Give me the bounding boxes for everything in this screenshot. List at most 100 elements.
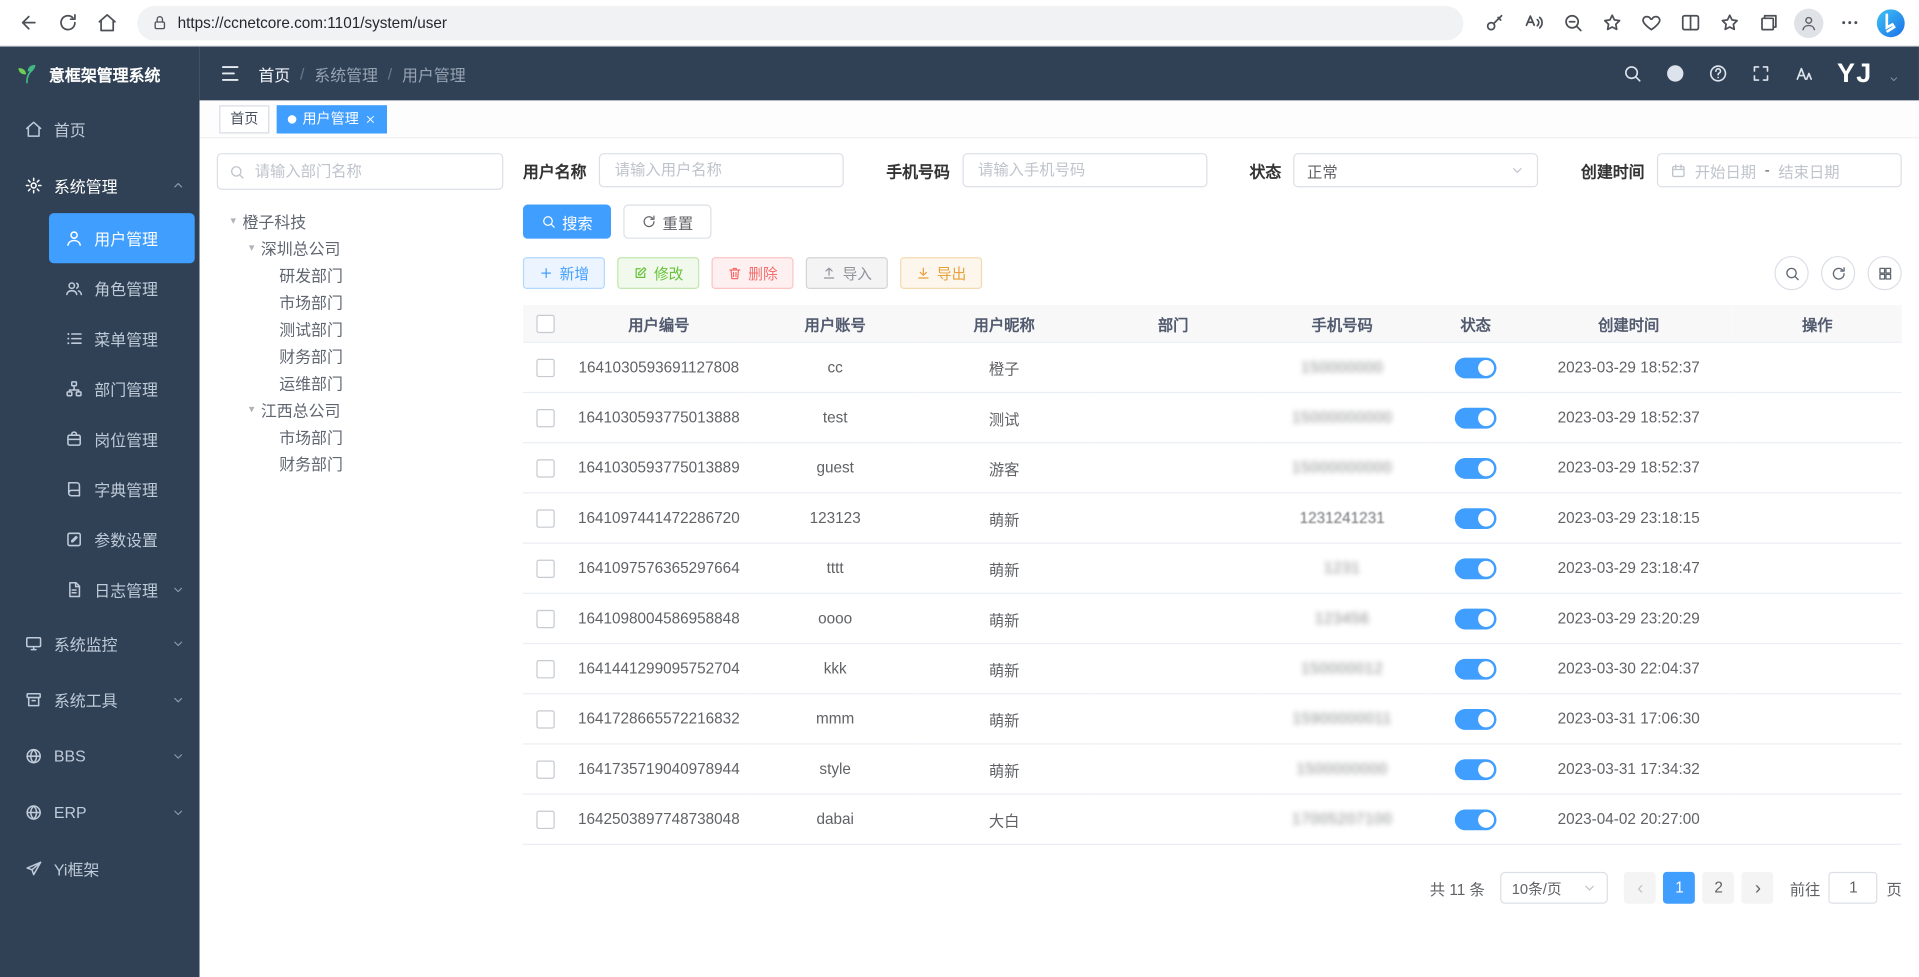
- sidebar-item-user-management[interactable]: 用户管理: [49, 213, 195, 263]
- tree-node[interactable]: ▾市场部门: [217, 422, 504, 449]
- cell-phone: 1500000000: [1258, 744, 1427, 794]
- browser-home-button[interactable]: [88, 4, 125, 41]
- status-toggle[interactable]: [1455, 608, 1497, 629]
- phone-text: 15000000000: [1292, 459, 1392, 476]
- breadcrumb-home[interactable]: 首页: [258, 62, 290, 85]
- refresh-table-icon[interactable]: [1821, 256, 1855, 290]
- breadcrumb-system[interactable]: 系统管理: [314, 62, 378, 85]
- font-size-icon[interactable]: [1794, 64, 1814, 84]
- sidebar-item-log-management[interactable]: 日志管理: [49, 565, 195, 615]
- search-icon[interactable]: [1623, 64, 1643, 84]
- sidebar-item-yi-framework[interactable]: Yi框架: [0, 840, 200, 896]
- bing-icon[interactable]: [1875, 7, 1907, 39]
- sidebar-item-system-management[interactable]: 系统管理: [0, 157, 200, 213]
- status-toggle[interactable]: [1455, 357, 1497, 378]
- prev-page-button[interactable]: ‹: [1624, 872, 1656, 904]
- cell-operations: [1733, 593, 1902, 643]
- row-checkbox[interactable]: [536, 710, 554, 728]
- row-checkbox[interactable]: [536, 660, 554, 678]
- tree-node[interactable]: ▾财务部门: [217, 342, 504, 369]
- sidebar-item-system-tools[interactable]: 系统工具: [0, 671, 200, 727]
- sidebar-item-param-settings[interactable]: 参数设置: [49, 514, 195, 564]
- reset-button[interactable]: 重置: [623, 205, 711, 239]
- page-button[interactable]: 2: [1703, 872, 1735, 904]
- dept-search-input[interactable]: [252, 162, 491, 182]
- people-icon: [65, 279, 83, 297]
- tree-node[interactable]: ▾测试部门: [217, 315, 504, 342]
- tree-node[interactable]: ▾财务部门: [217, 449, 504, 476]
- toggle-search-icon[interactable]: [1774, 256, 1808, 290]
- delete-button[interactable]: 删除: [712, 257, 794, 289]
- favorites-bar-icon[interactable]: [1711, 4, 1748, 41]
- address-bar[interactable]: https://ccnetcore.com:1101/system/user: [137, 6, 1463, 40]
- row-checkbox[interactable]: [536, 509, 554, 527]
- page-size-select[interactable]: 10条/页: [1501, 872, 1609, 904]
- sidebar-item-menu-management[interactable]: 菜单管理: [49, 313, 195, 363]
- status-select[interactable]: 正常: [1294, 153, 1539, 187]
- help-icon[interactable]: [1708, 64, 1728, 84]
- select-all-checkbox[interactable]: [536, 314, 554, 332]
- split-screen-icon[interactable]: [1672, 4, 1709, 41]
- username-input[interactable]: [612, 160, 830, 180]
- row-checkbox[interactable]: [536, 810, 554, 828]
- dept-panel: ▾橙子科技▾深圳总公司▾研发部门▾市场部门▾测试部门▾财务部门▾运维部门▾江西总…: [217, 153, 504, 964]
- tree-node[interactable]: ▾运维部门: [217, 369, 504, 396]
- next-page-button[interactable]: ›: [1742, 872, 1774, 904]
- column-settings-icon[interactable]: [1868, 256, 1902, 290]
- status-toggle[interactable]: [1455, 508, 1497, 529]
- tab-home[interactable]: 首页: [219, 105, 269, 133]
- tree-node[interactable]: ▾研发部门: [217, 261, 504, 288]
- browser-refresh-button[interactable]: [49, 4, 86, 41]
- tab-user-management[interactable]: 用户管理: [277, 105, 387, 133]
- modify-button[interactable]: 修改: [617, 257, 699, 289]
- status-toggle[interactable]: [1455, 558, 1497, 579]
- status-toggle[interactable]: [1455, 759, 1497, 780]
- row-checkbox[interactable]: [536, 358, 554, 376]
- tree-node[interactable]: ▾江西总公司: [217, 396, 504, 423]
- row-checkbox[interactable]: [536, 559, 554, 577]
- sidebar-item-system-monitor[interactable]: 系统监控: [0, 615, 200, 671]
- tree-node[interactable]: ▾深圳总公司: [217, 234, 504, 261]
- export-button[interactable]: 导出: [900, 257, 982, 289]
- sidebar-item-role-management[interactable]: 角色管理: [49, 263, 195, 313]
- page-button[interactable]: 1: [1664, 872, 1696, 904]
- sidebar-item-dict-management[interactable]: 字典管理: [49, 464, 195, 514]
- date-range-picker[interactable]: 开始日期 - 结束日期: [1657, 153, 1902, 187]
- add-favorite-icon[interactable]: [1593, 4, 1630, 41]
- row-checkbox[interactable]: [536, 760, 554, 778]
- row-checkbox[interactable]: [536, 409, 554, 427]
- browser-back-button[interactable]: [10, 4, 47, 41]
- phone-input[interactable]: [976, 160, 1194, 180]
- user-logo[interactable]: YJ: [1837, 60, 1872, 87]
- row-checkbox-cell: [523, 493, 567, 543]
- collections-icon[interactable]: [1750, 4, 1787, 41]
- sidebar-item-home[interactable]: 首页: [0, 100, 200, 156]
- status-toggle[interactable]: [1455, 457, 1497, 478]
- close-icon[interactable]: [365, 113, 376, 124]
- tree-node[interactable]: ▾橙子科技: [217, 207, 504, 234]
- fullscreen-icon[interactable]: [1751, 64, 1771, 84]
- browser-essentials-icon[interactable]: [1632, 4, 1669, 41]
- zoom-out-icon[interactable]: [1554, 4, 1591, 41]
- github-icon[interactable]: [1666, 64, 1686, 84]
- add-button[interactable]: 新增: [523, 257, 605, 289]
- sidebar-item-erp[interactable]: ERP: [0, 784, 200, 840]
- sidebar-item-dept-management[interactable]: 部门管理: [49, 364, 195, 414]
- row-checkbox[interactable]: [536, 459, 554, 477]
- read-aloud-icon[interactable]: [1515, 4, 1552, 41]
- sidebar-item-bbs[interactable]: BBS: [0, 727, 200, 783]
- status-toggle[interactable]: [1455, 708, 1497, 729]
- menu-fold-icon[interactable]: [219, 62, 241, 84]
- password-key-icon[interactable]: [1476, 4, 1513, 41]
- tree-node[interactable]: ▾市场部门: [217, 288, 504, 315]
- browser-menu-icon[interactable]: [1831, 4, 1868, 41]
- browser-profile-avatar[interactable]: [1794, 8, 1823, 37]
- status-toggle[interactable]: [1455, 658, 1497, 679]
- import-button[interactable]: 导入: [806, 257, 888, 289]
- status-toggle[interactable]: [1455, 809, 1497, 830]
- status-toggle[interactable]: [1455, 407, 1497, 428]
- row-checkbox[interactable]: [536, 609, 554, 627]
- goto-page-input[interactable]: [1829, 872, 1878, 904]
- sidebar-item-post-management[interactable]: 岗位管理: [49, 414, 195, 464]
- search-button[interactable]: 搜索: [523, 205, 611, 239]
